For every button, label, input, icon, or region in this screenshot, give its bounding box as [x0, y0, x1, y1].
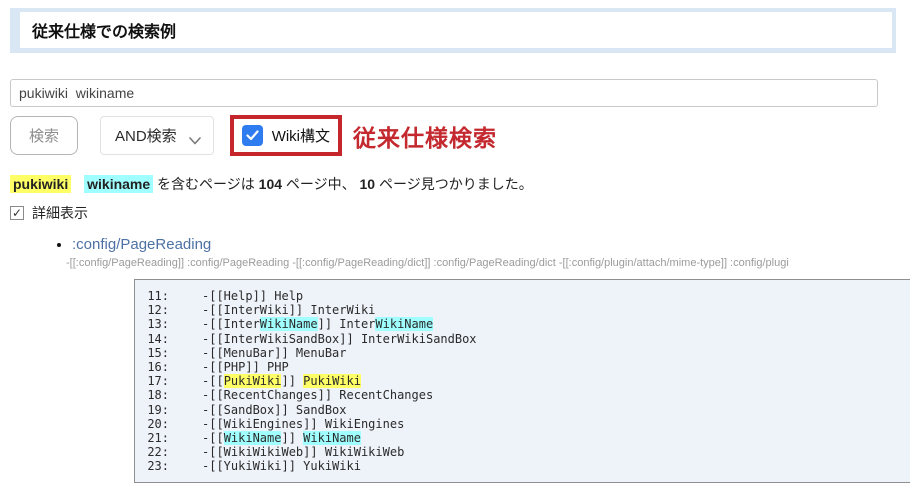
results-found-count: 10: [360, 176, 376, 192]
search-input[interactable]: [10, 79, 878, 107]
list-item: :config/PageReading -[[:config/PageReadi…: [72, 236, 896, 483]
code-line: 12:-[[InterWiki]] InterWiki: [135, 303, 910, 317]
legacy-search-annotation: 従来仕様検索: [353, 119, 497, 153]
results-text-2: ページ中、: [286, 176, 360, 192]
chevron-down-icon: [189, 132, 201, 140]
results-summary: pukiwiki wikiname を含むページは 104 ページ中、 10 ペ…: [10, 174, 896, 194]
detail-display-row: ✓ 詳細表示: [10, 203, 896, 223]
check-icon: [246, 130, 259, 141]
result-page-link[interactable]: :config/PageReading: [72, 236, 211, 253]
result-preview-text: -[[:config/PageReading]] :config/PageRea…: [66, 257, 898, 269]
page-title: 従来仕様での検索例: [32, 24, 176, 41]
search-button[interactable]: 検索: [10, 116, 78, 155]
section-header: 従来仕様での検索例: [10, 8, 896, 53]
code-line: 23:-[[YukiWiki]] YukiWiki: [135, 459, 910, 473]
wiki-syntax-highlight-box: Wiki構文: [230, 115, 342, 156]
code-line: 17:-[[PukiWiki]] PukiWiki: [135, 374, 910, 388]
result-list: :config/PageReading -[[:config/PageReadi…: [10, 236, 896, 483]
code-line: 22:-[[WikiWikiWeb]] WikiWikiWeb: [135, 445, 910, 459]
search-term-2: wikiname: [84, 175, 153, 193]
code-line: 16:-[[PHP]] PHP: [135, 360, 910, 374]
code-line: 19:-[[SandBox]] SandBox: [135, 403, 910, 417]
search-mode-value: AND検索: [115, 125, 177, 146]
search-controls: 検索 AND検索 Wiki構文 従来仕様検索: [10, 115, 896, 156]
code-line: 21:-[[WikiName]] WikiName: [135, 431, 910, 445]
detail-display-label: 詳細表示: [32, 203, 88, 223]
code-line: 15:-[[MenuBar]] MenuBar: [135, 346, 910, 360]
code-line: 14:-[[InterWikiSandBox]] InterWikiSandBo…: [135, 332, 910, 346]
code-line: 18:-[[RecentChanges]] RecentChanges: [135, 388, 910, 402]
code-line: 11:-[[Help]] Help: [135, 289, 910, 303]
results-total-count: 104: [259, 176, 282, 192]
code-line: 20:-[[WikiEngines]] WikiEngines: [135, 417, 910, 431]
wiki-syntax-label: Wiki構文: [272, 125, 330, 146]
search-term-1: pukiwiki: [10, 175, 71, 193]
search-mode-select[interactable]: AND検索: [100, 116, 214, 155]
code-block: 11:-[[Help]] Help12:-[[InterWiki]] Inter…: [134, 279, 910, 483]
results-text-1: を含むページは: [157, 176, 259, 192]
wiki-syntax-checkbox[interactable]: [242, 125, 263, 146]
detail-display-checkbox[interactable]: ✓: [10, 206, 24, 220]
code-line: 13:-[[InterWikiName]] InterWikiName: [135, 317, 910, 331]
page: 従来仕様での検索例 検索 AND検索 Wiki構文 従来仕様検索 pukiwik…: [0, 0, 910, 483]
results-text-3: ページ見つかりました。: [379, 176, 533, 192]
